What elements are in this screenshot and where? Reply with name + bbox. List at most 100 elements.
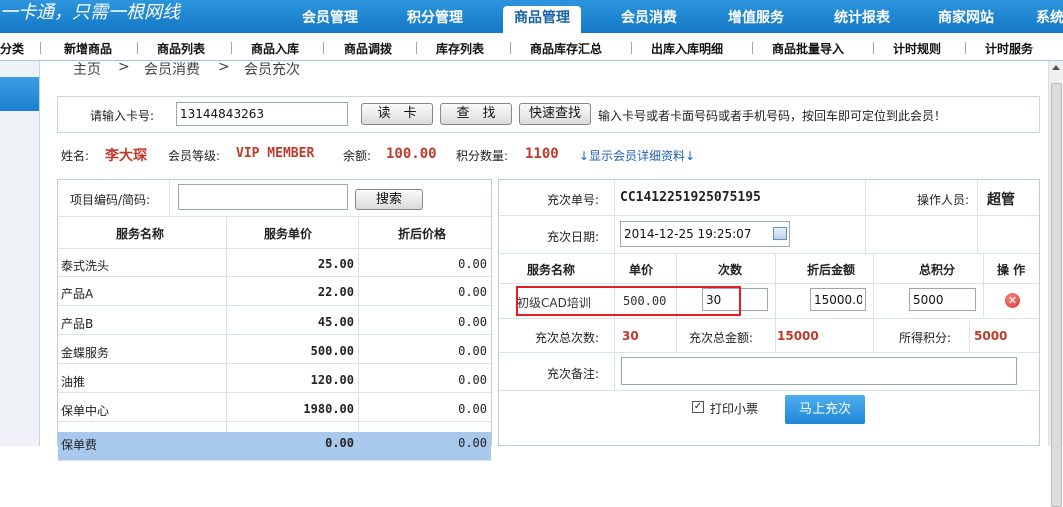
quick-find-button[interactable]: 快速查找 (519, 103, 591, 125)
member-level-label: 会员等级: (168, 149, 221, 163)
service-name-cell: 产品A (61, 287, 94, 301)
table-row[interactable]: 保单中心 1980.00 0.00 (58, 393, 491, 422)
operator-value: 超管 (987, 192, 1015, 208)
subnav-separator (965, 42, 966, 54)
breadcrumb-home[interactable]: 主页 (73, 59, 101, 79)
unit-price-cell: 45.00 (317, 315, 354, 329)
breadcrumb-member-consumption[interactable]: 会员消费 (144, 59, 200, 79)
discount-price-cell: 0.00 (458, 436, 487, 450)
delete-icon[interactable]: ✕ (1005, 293, 1020, 308)
service-table-header: 服务名称 服务单价 折后价格 (58, 217, 491, 249)
discount-price-cell: 0.00 (458, 373, 487, 387)
table-row[interactable]: 产品B 45.00 0.00 (58, 306, 491, 335)
card-number-label: 请输入卡号: (90, 109, 155, 123)
discount-price-cell: 0.00 (458, 402, 487, 416)
service-name-cell: 保单中心 (61, 404, 110, 418)
col-header-service-name: 服务名称 (116, 227, 165, 241)
balance-label: 余额: (343, 149, 372, 163)
subnav-separator (752, 42, 753, 54)
subnav-category[interactable]: 分类 (0, 40, 24, 57)
table-row[interactable]: 泰式洗头 25.00 0.00 (58, 249, 491, 277)
column-divider (676, 319, 677, 353)
unit-price-cell: 25.00 (317, 257, 354, 271)
nav-tab-points-management[interactable]: 积分管理 (391, 6, 479, 33)
col-header-count: 次数 (718, 263, 743, 277)
print-receipt-checkbox[interactable]: ✓ (692, 401, 704, 413)
service-code-input[interactable] (178, 184, 348, 210)
subnav-separator (231, 42, 232, 54)
nav-tab-member-consumption[interactable]: 会员消费 (605, 6, 693, 33)
card-number-input[interactable] (176, 102, 348, 126)
nav-tab-system[interactable]: 系统 (1036, 6, 1063, 33)
total-amount-value: 15000 (777, 329, 819, 343)
item-amount-input[interactable] (810, 288, 866, 311)
points-label: 积分数量: (456, 149, 509, 163)
col-header-unit-price: 服务单价 (264, 227, 313, 241)
card-search-hint: 输入卡号或者卡面号码或者手机号码，按回车即可定位到此会员！ (598, 109, 947, 123)
subnav-timing-service[interactable]: 计时服务 (985, 40, 1033, 57)
print-receipt-label: 打印小票 (710, 402, 759, 416)
subnav-separator (416, 42, 417, 54)
earned-points-value: 5000 (974, 329, 1008, 343)
nav-tab-value-added[interactable]: 增值服务 (712, 6, 800, 33)
table-row[interactable]: 油推 120.00 0.00 (58, 364, 491, 393)
sidebar-active-item[interactable] (0, 77, 39, 111)
unit-price-cell: 22.00 (317, 285, 354, 299)
order-no-value: CC1412251925075195 (620, 190, 761, 205)
member-name-value: 李大琛 (105, 148, 147, 164)
subnav-new-product[interactable]: 新增商品 (64, 40, 112, 57)
remark-input[interactable] (621, 357, 1017, 385)
date-label: 充次日期: (547, 230, 600, 244)
table-row[interactable]: 金蝶服务 500.00 0.00 (58, 335, 491, 364)
highlight-box (516, 286, 741, 316)
sub-nav-bar: 分类 新增商品 商品列表 商品入库 商品调拨 库存列表 商品库存汇总 出库入库明… (0, 33, 1063, 61)
col-header-points: 总积分 (919, 263, 956, 277)
table-row[interactable]: 产品A 22.00 0.00 (58, 277, 491, 306)
nav-tab-product-management[interactable]: 商品管理 (503, 6, 581, 33)
subnav-inventory-list[interactable]: 库存列表 (436, 40, 484, 57)
subnav-stock-detail[interactable]: 出库入库明细 (651, 40, 723, 57)
breadcrumb-separator: > (118, 59, 130, 75)
subnav-product-transfer[interactable]: 商品调拨 (344, 40, 392, 57)
subnav-inventory-summary[interactable]: 商品库存汇总 (530, 40, 602, 57)
service-list-panel: 项目编码/简码: 搜索 服务名称 服务单价 折后价格 泰式洗头 25.00 0.… (57, 179, 492, 461)
subnav-separator (40, 42, 41, 54)
remark-row: 充次备注: (499, 353, 1039, 391)
total-count-label: 充次总次数: (535, 331, 600, 345)
recharge-panel: 充次单号: CC1412251925075195 操作人员: 超管 充次日期: … (498, 179, 1040, 446)
column-divider (775, 319, 776, 353)
subnav-product-stock-in[interactable]: 商品入库 (251, 40, 299, 57)
service-search-button[interactable]: 搜索 (355, 189, 423, 210)
subnav-timing-rules[interactable]: 计时规则 (893, 40, 941, 57)
item-points-input[interactable] (909, 288, 976, 311)
read-card-button[interactable]: 读 卡 (361, 103, 433, 125)
remark-label: 充次备注: (547, 367, 600, 381)
page-scrollbar[interactable] (1048, 61, 1063, 507)
find-button[interactable]: 查 找 (440, 103, 512, 125)
breadcrumb-separator: > (218, 59, 230, 75)
nav-tab-member-management[interactable]: 会员管理 (286, 6, 374, 33)
service-name-cell: 油推 (61, 375, 86, 389)
subnav-batch-import[interactable]: 商品批量导入 (772, 40, 844, 57)
unit-price-cell: 1980.00 (303, 402, 354, 416)
subnav-separator (510, 42, 511, 54)
subnav-separator (631, 42, 632, 54)
submit-recharge-button[interactable]: 马上充次 (785, 395, 865, 424)
nav-tab-merchant-site[interactable]: 商家网站 (922, 6, 1010, 33)
service-name-cell: 金蝶服务 (61, 346, 110, 360)
recharge-date-input[interactable] (620, 221, 790, 247)
scroll-up-arrow-icon[interactable] (1052, 65, 1060, 70)
nav-tab-reports[interactable]: 统计报表 (818, 6, 906, 33)
unit-price-cell: 0.00 (325, 436, 354, 450)
show-member-details-link[interactable]: ↓显示会员详细资料↓ (579, 147, 695, 164)
table-row-selected[interactable]: 保单费 0.00 0.00 (58, 432, 491, 461)
column-divider (969, 319, 970, 353)
col-header-action: 操 作 (997, 263, 1026, 277)
col-header-discount-price: 折后价格 (398, 227, 447, 241)
date-row: 充次日期: (499, 216, 1039, 254)
subnav-product-list[interactable]: 商品列表 (157, 40, 205, 57)
app-slogan: 一卡通，只需一根网线 (0, 2, 180, 23)
calendar-icon[interactable] (773, 227, 787, 240)
scrollbar-thumb[interactable] (1051, 83, 1062, 507)
balance-value: 100.00 (386, 146, 437, 162)
